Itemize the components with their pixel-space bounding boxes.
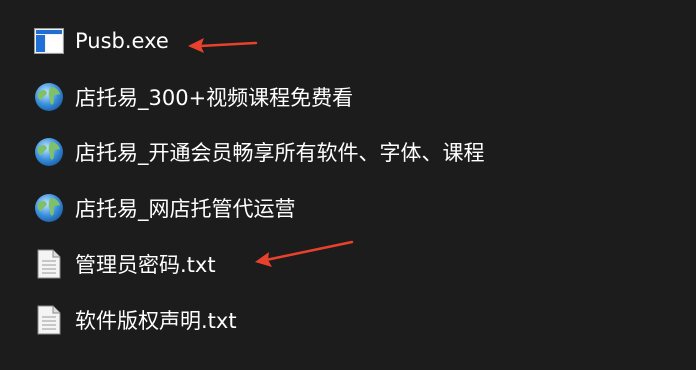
file-item-url-courses[interactable]: 店托易_300+视频课程免费看 bbox=[33, 77, 353, 117]
file-name: 店托易_300+视频课程免费看 bbox=[75, 86, 354, 110]
file-name: 软件版权声明.txt bbox=[75, 309, 237, 333]
text-file-icon bbox=[33, 248, 65, 280]
file-item-copyright-txt[interactable]: 软件版权声明.txt bbox=[33, 300, 237, 340]
file-name: Pusb.exe bbox=[75, 29, 169, 53]
text-file-icon bbox=[33, 304, 65, 336]
globe-icon bbox=[33, 192, 65, 224]
annotation-arrow-icon bbox=[255, 240, 354, 267]
file-name: 店托易_网店托管代运营 bbox=[75, 197, 296, 221]
file-list: Pusb.exe 店托易_300+视频课程免费看 店托易_开通会员畅享所有软件、… bbox=[0, 0, 696, 370]
file-item-pusb-exe[interactable]: Pusb.exe bbox=[33, 21, 169, 61]
file-name: 管理员密码.txt bbox=[75, 253, 216, 277]
globe-icon bbox=[33, 81, 65, 113]
file-item-url-operations[interactable]: 店托易_网店托管代运营 bbox=[33, 188, 296, 228]
exe-window-icon bbox=[33, 25, 65, 57]
globe-icon bbox=[33, 136, 65, 168]
file-name: 店托易_开通会员畅享所有软件、字体、课程 bbox=[75, 141, 485, 165]
file-item-admin-password-txt[interactable]: 管理员密码.txt bbox=[33, 244, 216, 284]
file-item-url-membership[interactable]: 店托易_开通会员畅享所有软件、字体、课程 bbox=[33, 132, 485, 172]
annotation-arrow-icon bbox=[188, 38, 258, 53]
